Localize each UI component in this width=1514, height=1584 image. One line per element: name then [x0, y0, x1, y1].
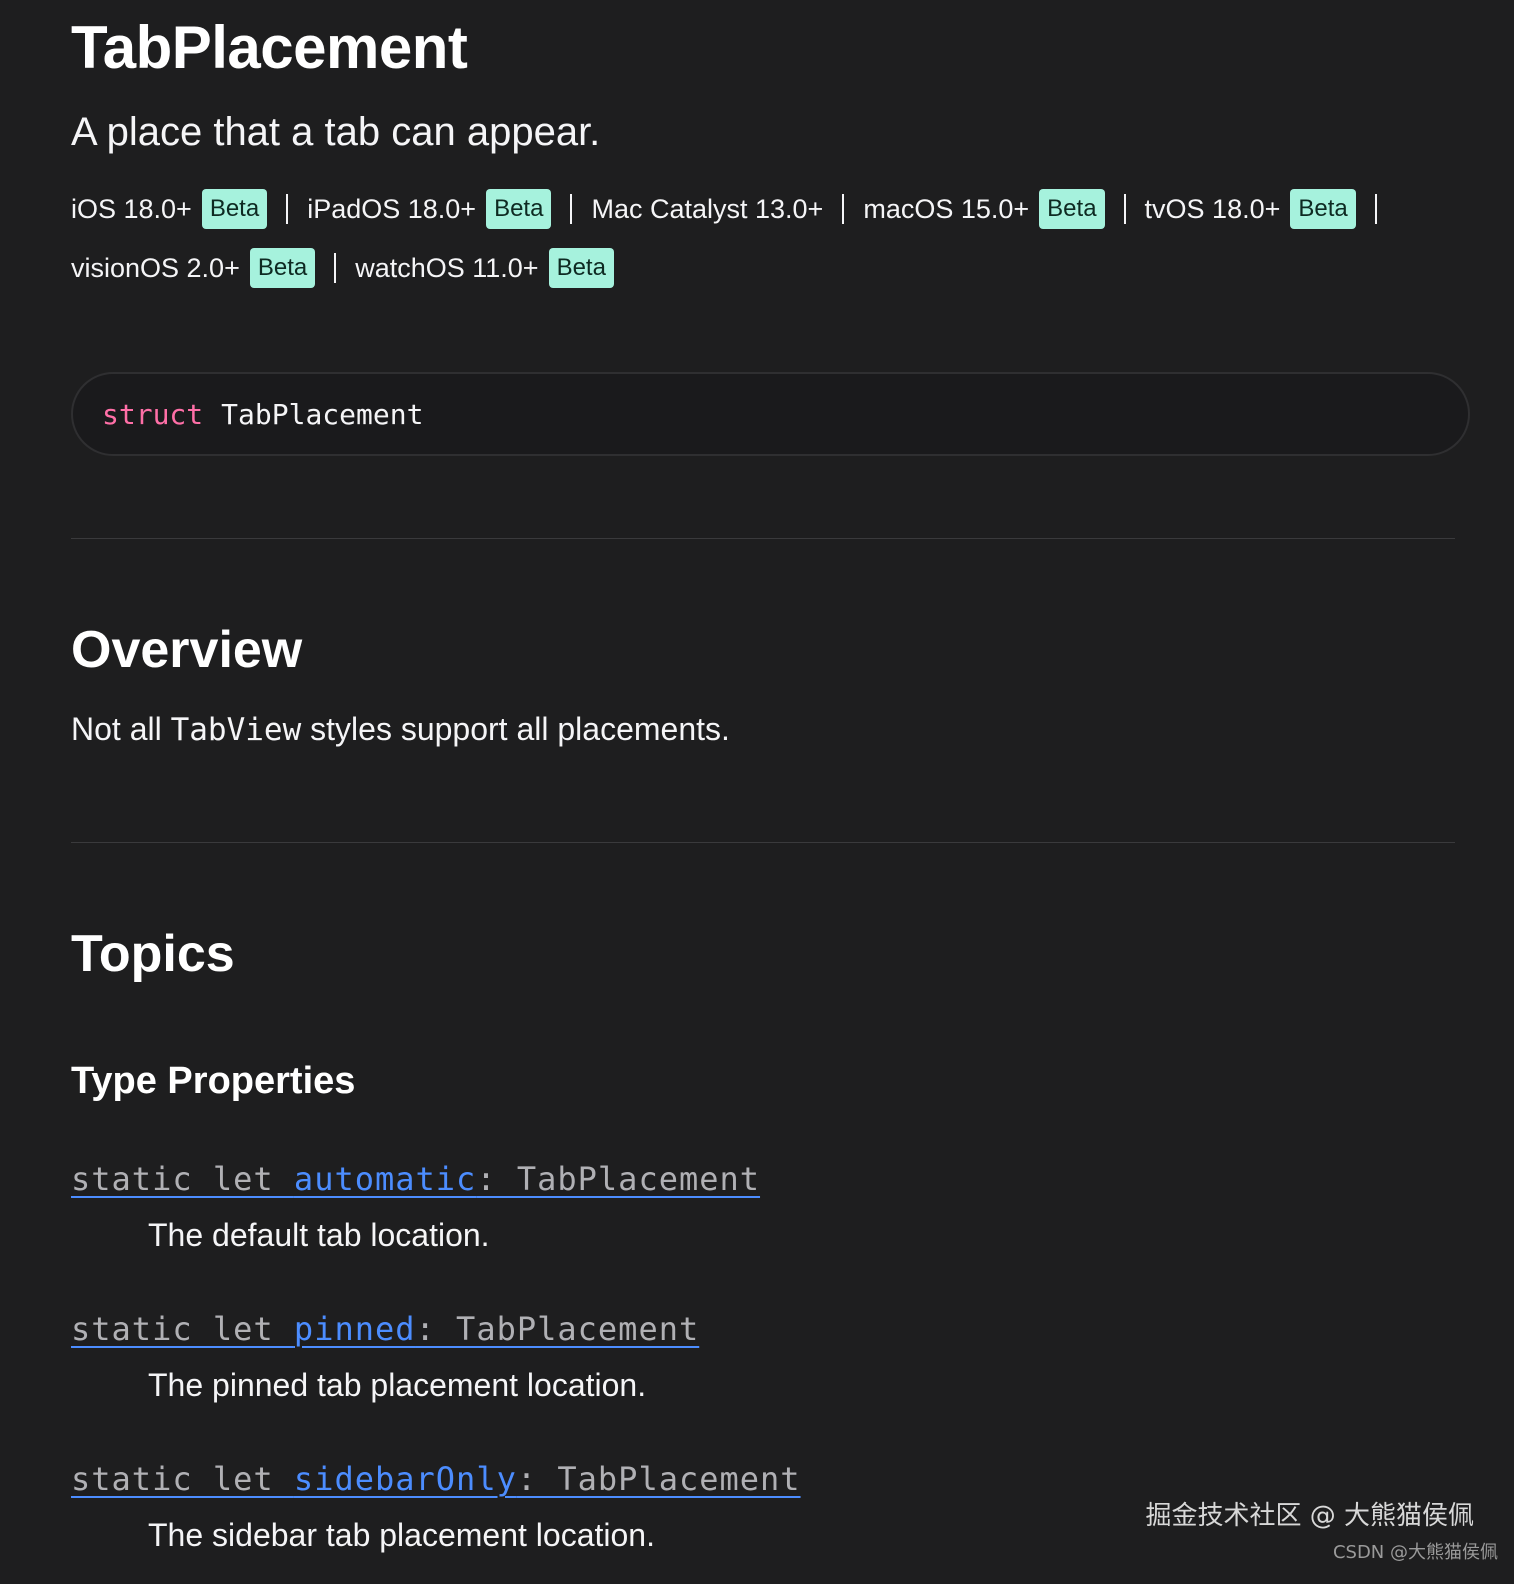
platform-visionos: visionOS 2.0+ Beta: [71, 248, 316, 288]
beta-badge: Beta: [548, 248, 614, 288]
platform-ipados: iPadOS 18.0+ Beta: [307, 189, 552, 229]
topic-name: sidebarOnly: [293, 1460, 517, 1498]
overview-heading: Overview: [71, 621, 303, 679]
topic-description: The default tab location.: [148, 1217, 490, 1253]
watermark-csdn: CSDN @大熊猫侯佩: [1332, 1542, 1498, 1563]
topic-link-pinned[interactable]: static let pinned: TabPlacement: [71, 1308, 699, 1350]
topic-prefix: static let: [71, 1460, 294, 1498]
overview-paragraph: Not all TabView styles support all place…: [71, 708, 730, 751]
platform-name: tvOS 18.0+: [1144, 193, 1281, 224]
declaration-keyword: struct: [102, 397, 204, 431]
overview-text-after: styles support all placements.: [301, 711, 730, 747]
platform-name: Mac Catalyst 13.0+: [591, 193, 824, 224]
availability-row-1: iOS 18.0+ Beta iPadOS 18.0+ Beta Mac Cat…: [71, 186, 1455, 232]
topic-name: automatic: [293, 1160, 477, 1198]
platform-name: visionOS 2.0+: [71, 252, 240, 283]
topic-suffix: : TabPlacement: [516, 1460, 801, 1498]
topic-item-pinned: static let pinned: TabPlacement The pinn…: [71, 1308, 1455, 1405]
page-abstract: A place that a tab can appear.: [71, 110, 601, 154]
topic-link-automatic[interactable]: static let automatic: TabPlacement: [71, 1158, 760, 1200]
platform-name: iPadOS 18.0+: [307, 193, 477, 224]
beta-badge: Beta: [486, 189, 552, 229]
platform-name: iOS 18.0+: [71, 193, 192, 224]
topic-item-automatic: static let automatic: TabPlacement The d…: [71, 1158, 1455, 1255]
platform-ios: iOS 18.0+ Beta: [71, 189, 268, 229]
availability-list: iOS 18.0+ Beta iPadOS 18.0+ Beta Mac Cat…: [71, 186, 1455, 304]
topic-prefix: static let: [71, 1310, 294, 1348]
beta-badge: Beta: [1290, 189, 1356, 229]
section-divider: [71, 538, 1455, 539]
type-properties-heading: Type Properties: [71, 1060, 356, 1102]
platform-mac-catalyst: Mac Catalyst 13.0+: [591, 194, 823, 225]
platform-macos: macOS 15.0+ Beta: [863, 189, 1105, 229]
topic-suffix: : TabPlacement: [415, 1310, 700, 1348]
topic-link-sidebar-only[interactable]: static let sidebarOnly: TabPlacement: [71, 1458, 801, 1500]
watermark-juejin: 掘金技术社区 @ 大熊猫侯佩: [1145, 1501, 1474, 1531]
platform-watchos: watchOS 11.0+ Beta: [355, 248, 614, 288]
platform-name: macOS 15.0+: [863, 193, 1030, 224]
topics-heading: Topics: [71, 925, 235, 983]
availability-row-2: visionOS 2.0+ Beta watchOS 11.0+ Beta: [71, 245, 1455, 291]
platform-tvos: tvOS 18.0+ Beta: [1145, 189, 1356, 229]
separator: [1123, 194, 1126, 224]
platform-name: watchOS 11.0+: [355, 252, 539, 283]
topic-prefix: static let: [71, 1160, 294, 1198]
topic-name: pinned: [293, 1310, 416, 1348]
beta-badge: Beta: [249, 248, 316, 288]
page-title: TabPlacement: [71, 14, 468, 81]
separator: [842, 194, 845, 224]
declaration-code-box: struct TabPlacement: [71, 372, 1470, 456]
topic-description: The pinned tab placement location.: [148, 1367, 647, 1403]
beta-badge: Beta: [1039, 189, 1105, 229]
overview-code-tabview: TabView: [170, 712, 302, 748]
section-divider: [71, 842, 1455, 843]
beta-badge: Beta: [201, 189, 268, 229]
separator: [1374, 194, 1377, 224]
overview-text-before: Not all: [71, 711, 171, 747]
topic-suffix: : TabPlacement: [476, 1160, 761, 1198]
separator: [286, 194, 289, 224]
declaration-name: TabPlacement: [221, 397, 424, 431]
separator: [570, 194, 573, 224]
separator: [334, 253, 337, 283]
